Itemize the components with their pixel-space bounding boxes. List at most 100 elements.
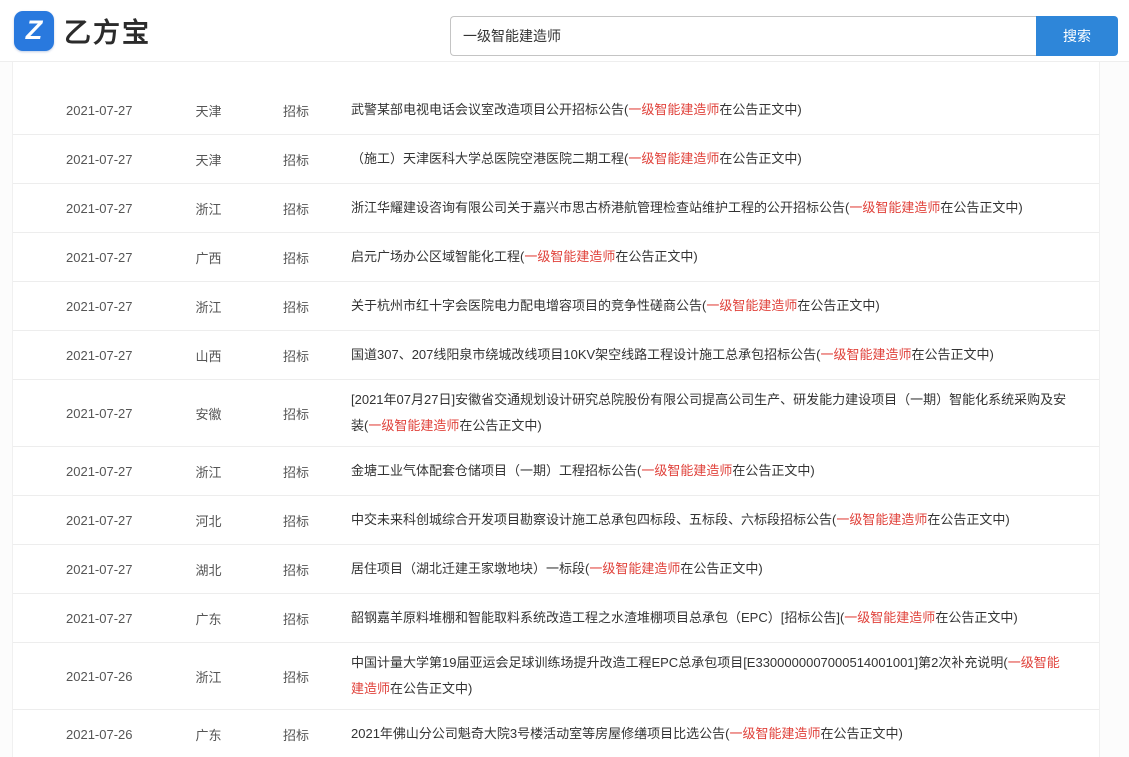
table-row: 2021-07-27 广西 招标 启元广场办公区域智能化工程(一级智能建造师在公…: [13, 233, 1099, 282]
row-title-link[interactable]: 韶钢嘉羊原料堆棚和智能取料系统改造工程之水渣堆棚项目总承包（EPC）[招标公告]…: [341, 605, 1071, 631]
keyword-highlight: 一级智能建造师: [628, 151, 720, 166]
row-title-link[interactable]: 启元广场办公区域智能化工程(一级智能建造师在公告正文中): [341, 244, 1071, 270]
title-suffix: 在公告正文中): [911, 347, 994, 362]
row-region: 浙江: [195, 201, 222, 217]
brand-name: 乙方宝: [64, 18, 151, 48]
title-suffix: 在公告正文中): [797, 298, 880, 313]
row-type-badge: 招标: [282, 669, 309, 685]
keyword-highlight: 一级智能建造师: [844, 610, 936, 625]
title-prefix: 金塘工业气体配套仓储项目（一期）工程招标公告(: [351, 463, 642, 478]
row-date: 2021-07-27: [66, 561, 133, 577]
keyword-highlight: 一级智能建造师: [628, 102, 720, 117]
title-prefix: 浙江华耀建设咨询有限公司关于嘉兴市思古桥港航管理检查站维护工程的公开招标公告(: [351, 200, 850, 215]
title-suffix: 在公告正文中): [719, 102, 802, 117]
table-row: 2021-07-27 浙江 招标 金塘工业气体配套仓储项目（一期）工程招标公告(…: [13, 447, 1099, 496]
row-title-link[interactable]: 关于杭州市红十字会医院电力配电增容项目的竞争性磋商公告(一级智能建造师在公告正文…: [341, 293, 1071, 319]
keyword-highlight: 一级智能建造师: [589, 561, 681, 576]
row-date: 2021-07-27: [66, 298, 133, 314]
table-row: 2021-07-27 天津 招标 武警某部电视电话会议室改造项目公开招标公告(一…: [13, 86, 1099, 135]
logo-link[interactable]: Z 乙方宝: [14, 10, 151, 51]
results-list: 2021-07-27 天津 招标 武警某部电视电话会议室改造项目公开招标公告(一…: [13, 86, 1099, 757]
search-bar: 搜索: [450, 16, 1118, 56]
row-type-badge: 招标: [282, 464, 309, 480]
title-prefix: 居住项目（湖北迁建王家墩地块）一标段(: [351, 561, 590, 576]
keyword-highlight: 一级智能建造师: [524, 249, 616, 264]
table-row: 2021-07-27 湖北 招标 居住项目（湖北迁建王家墩地块）一标段(一级智能…: [13, 545, 1099, 594]
row-title-link[interactable]: 中国计量大学第19届亚运会足球训练场提升改造工程EPC总承包项目[E330000…: [341, 650, 1071, 702]
row-type-badge: 招标: [282, 250, 309, 266]
row-title-link[interactable]: 2021年佛山分公司魁奇大院3号楼活动室等房屋修缮项目比选公告(一级智能建造师在…: [341, 721, 1071, 747]
row-date: 2021-07-27: [66, 512, 133, 528]
title-suffix: 在公告正文中): [820, 726, 903, 741]
keyword-highlight: 一级智能建造师: [729, 726, 821, 741]
row-region: 天津: [195, 103, 222, 119]
row-type-badge: 招标: [282, 348, 309, 364]
title-suffix: 在公告正文中): [615, 249, 698, 264]
row-region: 浙江: [195, 669, 222, 685]
row-region: 河北: [195, 513, 222, 529]
title-suffix: 在公告正文中): [732, 463, 815, 478]
row-date: 2021-07-27: [66, 347, 133, 363]
row-region: 广东: [195, 727, 222, 743]
row-type-badge: 招标: [282, 103, 309, 119]
row-type-badge: 招标: [282, 201, 309, 217]
row-date: 2021-07-27: [66, 200, 133, 216]
title-suffix: 在公告正文中): [927, 512, 1010, 527]
row-date: 2021-07-26: [66, 726, 133, 742]
keyword-highlight: 一级智能建造师: [706, 298, 798, 313]
row-title-link[interactable]: 中交未来科创城综合开发项目勘察设计施工总承包四标段、五标段、六标段招标公告(一级…: [341, 507, 1071, 533]
results-panel: 2021-07-27 天津 招标 武警某部电视电话会议室改造项目公开招标公告(一…: [12, 62, 1100, 757]
row-region: 广东: [195, 611, 222, 627]
title-suffix: 在公告正文中): [390, 681, 473, 696]
row-title-link[interactable]: （施工）天津医科大学总医院空港医院二期工程(一级智能建造师在公告正文中): [341, 146, 1071, 172]
row-date: 2021-07-27: [66, 610, 133, 626]
row-title-link[interactable]: 金塘工业气体配套仓储项目（一期）工程招标公告(一级智能建造师在公告正文中): [341, 458, 1071, 484]
row-title-link[interactable]: [2021年07月27日]安徽省交通规划设计研究总院股份有限公司提高公司生产、研…: [341, 387, 1071, 439]
row-title-link[interactable]: 国道307、207线阳泉市绕城改线项目10KV架空线路工程设计施工总承包招标公告…: [341, 342, 1071, 368]
search-button[interactable]: 搜索: [1036, 16, 1118, 56]
table-row: 2021-07-26 广东 招标 2021年佛山分公司魁奇大院3号楼活动室等房屋…: [13, 710, 1099, 757]
row-date: 2021-07-27: [66, 249, 133, 265]
row-title-link[interactable]: 居住项目（湖北迁建王家墩地块）一标段(一级智能建造师在公告正文中): [341, 556, 1071, 582]
row-type-badge: 招标: [282, 152, 309, 168]
row-date: 2021-07-26: [66, 668, 133, 684]
row-date: 2021-07-27: [66, 151, 133, 167]
table-row: 2021-07-27 山西 招标 国道307、207线阳泉市绕城改线项目10KV…: [13, 331, 1099, 380]
row-region: 广西: [195, 250, 222, 266]
title-suffix: 在公告正文中): [935, 610, 1018, 625]
row-region: 浙江: [195, 299, 222, 315]
row-region: 浙江: [195, 464, 222, 480]
keyword-highlight: 一级智能建造师: [836, 512, 928, 527]
title-prefix: 韶钢嘉羊原料堆棚和智能取料系统改造工程之水渣堆棚项目总承包（EPC）[招标公告]…: [351, 610, 845, 625]
table-row: 2021-07-27 安徽 招标 [2021年07月27日]安徽省交通规划设计研…: [13, 380, 1099, 447]
row-type-badge: 招标: [282, 562, 309, 578]
row-region: 安徽: [195, 406, 222, 422]
keyword-highlight: 一级智能建造师: [849, 200, 941, 215]
title-prefix: 启元广场办公区域智能化工程(: [351, 249, 525, 264]
keyword-highlight: 一级智能建造师: [368, 418, 460, 433]
brand-logo-icon: Z: [14, 10, 54, 51]
row-title-link[interactable]: 武警某部电视电话会议室改造项目公开招标公告(一级智能建造师在公告正文中): [341, 97, 1071, 123]
row-region: 湖北: [195, 562, 222, 578]
row-date: 2021-07-27: [66, 405, 133, 421]
row-date: 2021-07-27: [66, 463, 133, 479]
title-prefix: 关于杭州市红十字会医院电力配电增容项目的竞争性磋商公告(: [351, 298, 707, 313]
table-row: 2021-07-27 浙江 招标 关于杭州市红十字会医院电力配电增容项目的竞争性…: [13, 282, 1099, 331]
search-input[interactable]: [450, 16, 1036, 56]
table-row: 2021-07-27 浙江 招标 浙江华耀建设咨询有限公司关于嘉兴市思古桥港航管…: [13, 184, 1099, 233]
table-row: 2021-07-27 广东 招标 韶钢嘉羊原料堆棚和智能取料系统改造工程之水渣堆…: [13, 594, 1099, 643]
title-prefix: 2021年佛山分公司魁奇大院3号楼活动室等房屋修缮项目比选公告(: [351, 726, 730, 741]
title-suffix: 在公告正文中): [680, 561, 763, 576]
title-prefix: 中交未来科创城综合开发项目勘察设计施工总承包四标段、五标段、六标段招标公告(: [351, 512, 837, 527]
title-suffix: 在公告正文中): [719, 151, 802, 166]
table-row: 2021-07-27 天津 招标 （施工）天津医科大学总医院空港医院二期工程(一…: [13, 135, 1099, 184]
table-row: 2021-07-27 河北 招标 中交未来科创城综合开发项目勘察设计施工总承包四…: [13, 496, 1099, 545]
title-prefix: 武警某部电视电话会议室改造项目公开招标公告(: [351, 102, 629, 117]
row-type-badge: 招标: [282, 299, 309, 315]
row-title-link[interactable]: 浙江华耀建设咨询有限公司关于嘉兴市思古桥港航管理检查站维护工程的公开招标公告(一…: [341, 195, 1071, 221]
title-prefix: 国道307、207线阳泉市绕城改线项目10KV架空线路工程设计施工总承包招标公告…: [351, 347, 821, 362]
row-type-badge: 招标: [282, 611, 309, 627]
table-row: 2021-07-26 浙江 招标 中国计量大学第19届亚运会足球训练场提升改造工…: [13, 643, 1099, 710]
title-prefix: 中国计量大学第19届亚运会足球训练场提升改造工程EPC总承包项目[E330000…: [351, 655, 1008, 670]
header: Z 乙方宝 搜索: [0, 0, 1129, 62]
